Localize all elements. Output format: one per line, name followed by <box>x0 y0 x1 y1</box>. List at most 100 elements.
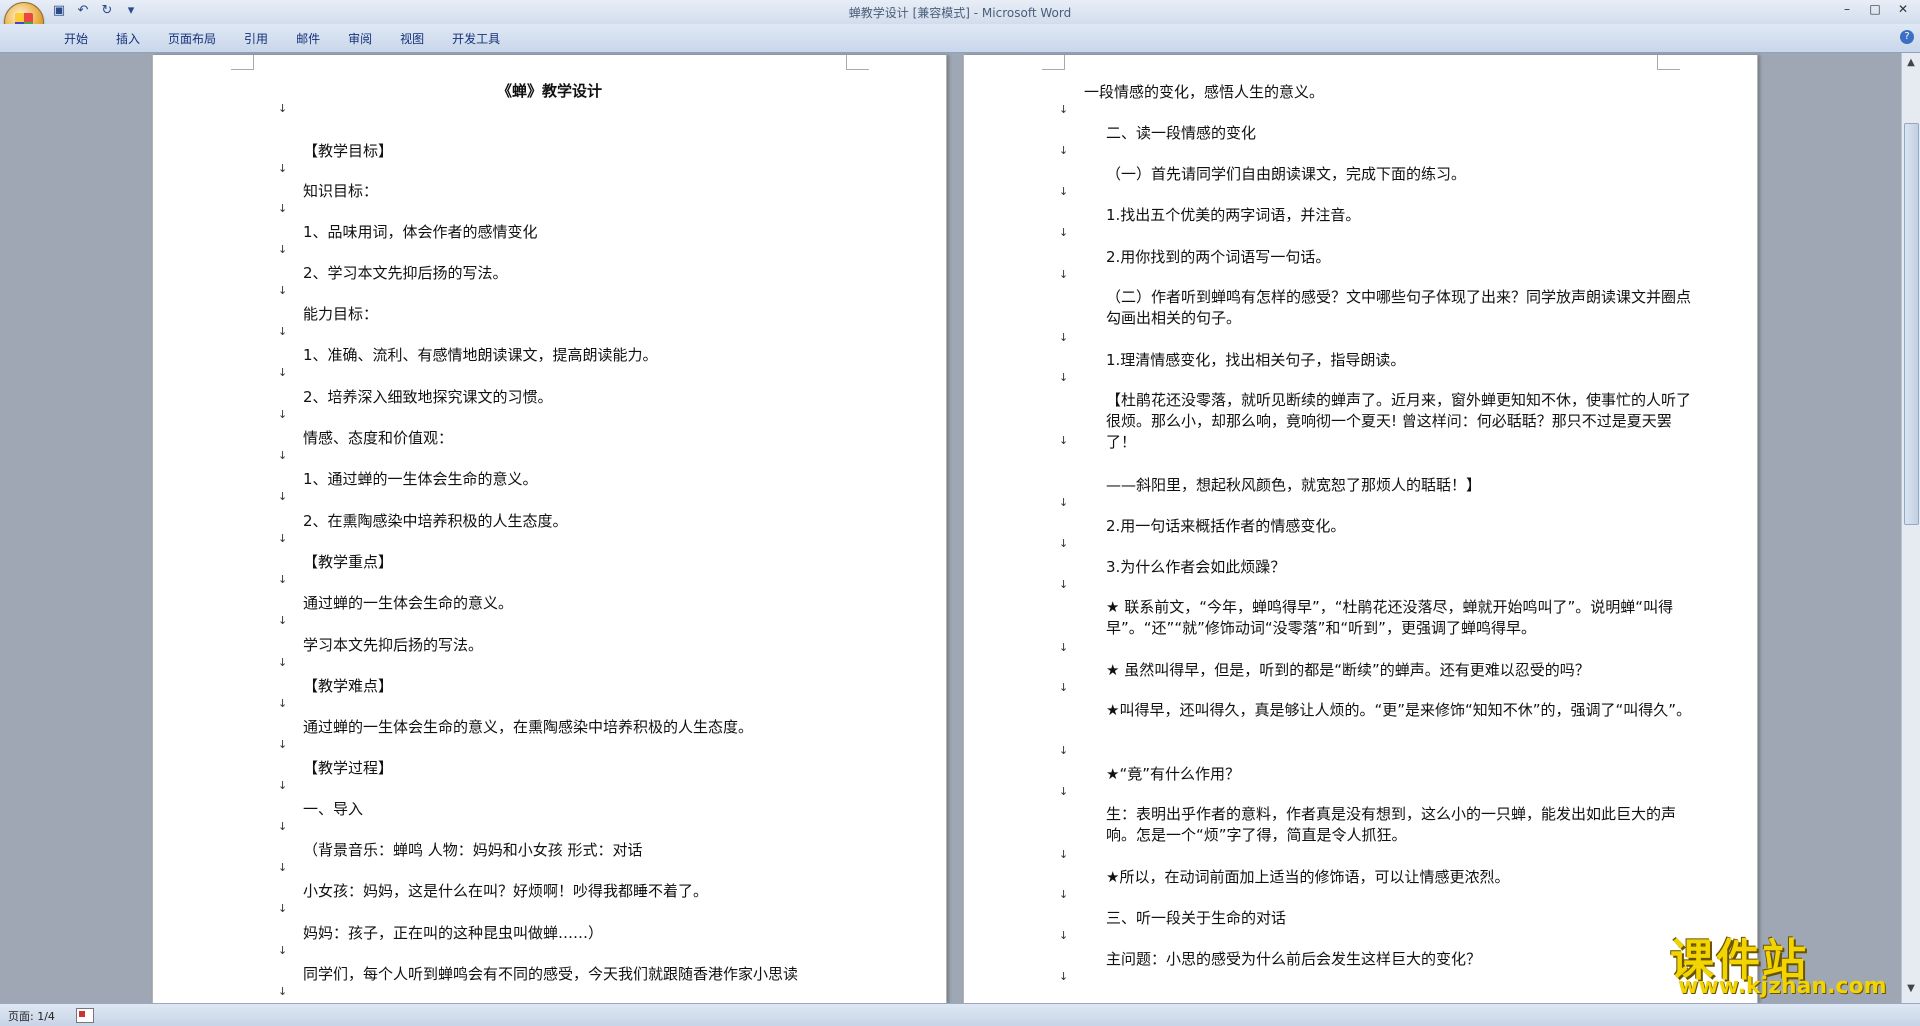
paragraph: 一、导入 <box>303 800 364 818</box>
paragraph: 2、学习本文先抑后扬的写法。 <box>303 264 508 282</box>
paragraph-mark-icon: ↓ <box>1059 103 1069 116</box>
paragraph: 2、在熏陶感染中培养积极的人生态度。 <box>303 512 568 530</box>
document-area: 《蝉》教学设计 ↓ 【教学目标】 ↓ 知识目标： ↓ 1、品味用词，体会作者的感情变化 ↓ 2、… <box>0 53 1900 1005</box>
paragraph: 1、通过蝉的一生体会生命的意义。 <box>303 470 538 488</box>
paragraph-mark-icon: ↓ <box>1059 496 1069 509</box>
paragraph: 1.找出五个优美的两字词语，并注音。 <box>1106 206 1361 224</box>
tab-page-layout[interactable]: 页面布局 <box>154 30 230 47</box>
paragraph-mark-icon: ↓ <box>1059 848 1069 861</box>
paragraph-mark-icon: ↓ <box>1059 929 1069 942</box>
ribbon-tabs: 开始 插入 页面布局 引用 邮件 审阅 视图 开发工具 <box>50 30 514 47</box>
proofing-icon[interactable] <box>76 1008 94 1023</box>
paragraph: ★“竟”有什么作用？ <box>1106 765 1240 783</box>
paragraph-mark-icon: ↓ <box>1059 785 1069 798</box>
maximize-icon[interactable]: □ <box>1866 2 1884 16</box>
watermark-url: www.kjzhan.com <box>1678 974 1887 999</box>
save-icon[interactable]: ▣ <box>50 3 68 18</box>
undo-icon[interactable]: ↶ <box>74 3 92 18</box>
paragraph: 2.用一句话来概括作者的情感变化。 <box>1106 517 1346 535</box>
paragraph: 小女孩：妈妈，这是什么在叫？好烦啊！吵得我都睡不着了。 <box>303 882 709 900</box>
paragraph-mark-icon: ↓ <box>278 614 288 627</box>
paragraph: ★ 虽然叫得早，但是，听到的都是“断续”的蝉声。还有更难以忍受的吗？ <box>1106 661 1590 679</box>
paragraph: 《蝉》教学设计 <box>496 82 602 100</box>
paragraph-mark-icon: ↓ <box>278 902 288 915</box>
paragraph-mark-icon: ↓ <box>1059 434 1069 447</box>
paragraph: 学习本文先抑后扬的写法。 <box>303 636 484 654</box>
tab-home[interactable]: 开始 <box>50 30 102 47</box>
crop-mark <box>846 55 869 70</box>
paragraph-mark-icon: ↓ <box>1059 681 1069 694</box>
title-bar: 蝉教学设计 [兼容模式] - Microsoft Word – □ ✕ <box>0 0 1920 24</box>
paragraph-mark-icon: ↓ <box>278 779 288 792</box>
paragraph: 一段情感的变化，感悟人生的意义。 <box>1084 83 1325 101</box>
paragraph-mark-icon: ↓ <box>278 573 288 586</box>
paragraph: 1、品味用词，体会作者的感情变化 <box>303 223 538 241</box>
paragraph-mark-icon: ↓ <box>1059 371 1069 384</box>
paragraph: 主问题：小思的感受为什么前后会发生这样巨大的变化？ <box>1106 950 1482 968</box>
paragraph: 1.理清情感变化，找出相关句子，指导朗读。 <box>1106 351 1406 369</box>
help-icon[interactable]: ? <box>1900 30 1914 44</box>
page-right[interactable]: 一段情感的变化，感悟人生的意义。 ↓ 二、读一段情感的变化 ↓ （一）首先请同学们自由朗… <box>963 55 1758 1005</box>
paragraph-mark-icon: ↓ <box>1059 744 1069 757</box>
paragraph-mark-icon: ↓ <box>1059 331 1069 344</box>
tab-insert[interactable]: 插入 <box>102 30 154 47</box>
minimize-icon[interactable]: – <box>1838 2 1856 16</box>
paragraph: （一）首先请同学们自由朗读课文，完成下面的练习。 <box>1106 165 1467 183</box>
tab-mailings[interactable]: 邮件 <box>282 30 334 47</box>
paragraph: 通过蝉的一生体会生命的意义，在熏陶感染中培养积极的人生态度。 <box>303 718 754 736</box>
tab-view[interactable]: 视图 <box>386 30 438 47</box>
page-left[interactable]: 《蝉》教学设计 ↓ 【教学目标】 ↓ 知识目标： ↓ 1、品味用词，体会作者的感情变化 ↓ 2、… <box>152 55 947 1005</box>
paragraph: 【教学过程】 <box>303 759 394 777</box>
quick-access-toolbar: ▣ ↶ ↻ ▾ <box>50 3 140 18</box>
paragraph: 同学们，每个人听到蝉鸣会有不同的感受，今天我们就跟随香港作家小思读 <box>303 965 799 983</box>
paragraph: 妈妈：孩子，正在叫的这种昆虫叫做蝉……） <box>303 924 604 942</box>
paragraph-mark-icon: ↓ <box>278 490 288 503</box>
crop-mark <box>1042 55 1065 70</box>
close-icon[interactable]: ✕ <box>1894 2 1912 16</box>
paragraph: 三、听一段关于生命的对话 <box>1106 909 1287 927</box>
paragraph: 生：表明出乎作者的意料，作者真是没有想到，这么小的一只蝉，能发出如此巨大的声响。… <box>1106 805 1677 844</box>
paragraph-mark-icon: ↓ <box>278 325 288 338</box>
page-indicator[interactable]: 页面: 1/4 <box>8 1008 55 1024</box>
status-bar: 页面: 1/4 <box>0 1003 1920 1026</box>
paragraph-mark-icon: ↓ <box>1059 226 1069 239</box>
tab-developer[interactable]: 开发工具 <box>438 30 514 47</box>
paragraph-mark-icon: ↓ <box>278 820 288 833</box>
scrollbar-thumb[interactable] <box>1904 123 1919 525</box>
paragraph: 2.用你找到的两个词语写一句话。 <box>1106 248 1331 266</box>
paragraph-mark-icon: ↓ <box>278 243 288 256</box>
tab-review[interactable]: 审阅 <box>334 30 386 47</box>
paragraph-mark-icon: ↓ <box>278 202 288 215</box>
paragraph: 【教学难点】 <box>303 677 394 695</box>
scroll-up-icon[interactable]: ▲ <box>1905 57 1917 68</box>
paragraph-mark-icon: ↓ <box>278 697 288 710</box>
redo-icon[interactable]: ↻ <box>98 3 116 18</box>
window-controls: – □ ✕ <box>1838 2 1912 16</box>
paragraph-mark-icon: ↓ <box>278 162 288 175</box>
paragraph: 【教学重点】 <box>303 553 394 571</box>
paragraph-mark-icon: ↓ <box>278 738 288 751</box>
paragraph: 【教学目标】 <box>303 142 394 160</box>
paragraph-mark-icon: ↓ <box>278 861 288 874</box>
paragraph: 二、读一段情感的变化 <box>1106 124 1257 142</box>
paragraph: 3.为什么作者会如此烦躁？ <box>1106 558 1286 576</box>
paragraph: 【杜鹃花还没零落，就听见断续的蝉声了。近月来，窗外蝉更知知不休，使事忙的人听了很… <box>1106 391 1692 451</box>
paragraph-mark-icon: ↓ <box>1059 185 1069 198</box>
paragraph-mark-icon: ↓ <box>1059 268 1069 281</box>
paragraph-mark-icon: ↓ <box>1059 888 1069 901</box>
paragraph-mark-icon: ↓ <box>1059 970 1069 983</box>
paragraph-mark-icon: ↓ <box>1059 537 1069 550</box>
paragraph-mark-icon: ↓ <box>278 366 288 379</box>
crop-mark <box>1657 55 1680 70</box>
paragraph: （背景音乐：蝉鸣 人物：妈妈和小女孩 形式：对话 <box>303 841 643 859</box>
crop-mark <box>231 55 254 70</box>
paragraph: 通过蝉的一生体会生命的意义。 <box>303 594 514 612</box>
paragraph: 情感、态度和价值观： <box>303 429 454 447</box>
tab-references[interactable]: 引用 <box>230 30 282 47</box>
paragraph-mark-icon: ↓ <box>1059 641 1069 654</box>
paragraph: 能力目标： <box>303 305 379 323</box>
paragraph-mark-icon: ↓ <box>278 656 288 669</box>
paragraph: ——斜阳里，想起秋风颜色，就宽恕了那烦人的聒聒！】 <box>1106 476 1482 494</box>
customize-qat-icon[interactable]: ▾ <box>122 3 140 18</box>
vertical-scrollbar[interactable]: ▲ ▼ <box>1901 53 1920 1003</box>
